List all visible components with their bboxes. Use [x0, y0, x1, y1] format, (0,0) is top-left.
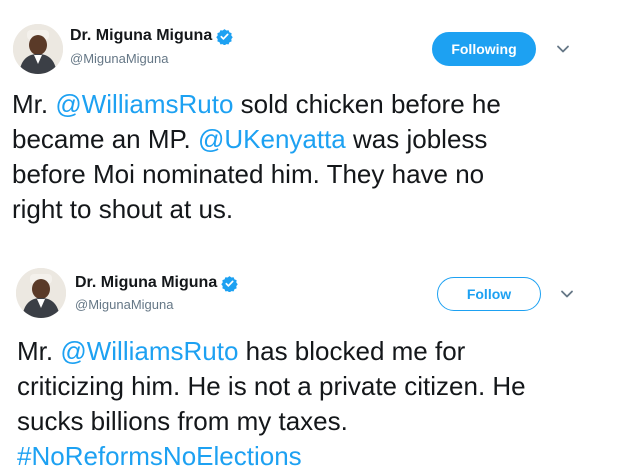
tweet-text: Mr. @WilliamsRuto has blocked me for cri… — [17, 334, 526, 474]
tweet-text-line: Mr. @WilliamsRuto sold chicken before he — [12, 87, 501, 122]
text-segment: right to shout at us. — [12, 194, 234, 224]
text-segment: sucks billions from my taxes. — [17, 406, 348, 436]
avatar[interactable] — [16, 268, 66, 318]
following-button[interactable]: Following — [432, 32, 536, 66]
author-display-name[interactable]: Dr. Miguna Miguna — [70, 27, 212, 45]
text-segment: Mr. — [17, 336, 61, 366]
tweet-text-line: before Moi nominated him. They have no — [12, 157, 501, 192]
avatar[interactable] — [13, 24, 63, 74]
tweet-card: Dr. Miguna Miguna @MigunaMiguna Followin… — [0, 0, 618, 258]
text-segment: has blocked me for — [238, 336, 466, 366]
mention-link[interactable]: @WilliamsRuto — [60, 336, 238, 366]
text-segment: Mr. — [12, 89, 56, 119]
mention-link[interactable]: @UKenyatta — [198, 124, 346, 154]
author-handle[interactable]: @MigunaMiguna — [70, 51, 168, 66]
verified-badge-icon — [216, 28, 233, 45]
chevron-down-icon[interactable] — [556, 44, 570, 54]
tweet-text-line: criticizing him. He is not a private cit… — [17, 369, 526, 404]
chevron-down-icon[interactable] — [560, 289, 574, 299]
tweet-card: Dr. Miguna Miguna @MigunaMiguna Follow M… — [0, 258, 618, 471]
tweet-text-line: Mr. @WilliamsRuto has blocked me for — [17, 334, 526, 369]
mention-link[interactable]: @WilliamsRuto — [55, 89, 233, 119]
author-handle[interactable]: @MigunaMiguna — [75, 297, 173, 312]
verified-badge-icon — [221, 275, 238, 292]
text-segment: criticizing him. He is not a private cit… — [17, 371, 526, 401]
tweet-text-line: sucks billions from my taxes. — [17, 404, 526, 439]
text-segment: sold chicken before he — [233, 89, 501, 119]
profile-photo-icon — [16, 268, 66, 318]
author-display-name[interactable]: Dr. Miguna Miguna — [75, 274, 217, 292]
tweet-text-line: right to shout at us. — [12, 192, 501, 227]
profile-photo-icon — [13, 24, 63, 74]
text-segment: was jobless — [345, 124, 488, 154]
text-segment: before Moi nominated him. They have no — [12, 159, 485, 189]
hashtag-link[interactable]: #NoReformsNoElections — [17, 441, 302, 471]
author-name-row[interactable]: Dr. Miguna Miguna — [70, 27, 233, 45]
tweet-text: Mr. @WilliamsRuto sold chicken before he… — [12, 87, 501, 227]
tweet-text-line: became an MP. @UKenyatta was jobless — [12, 122, 501, 157]
text-segment: became an MP. — [12, 124, 198, 154]
tweet-text-line: #NoReformsNoElections — [17, 439, 526, 474]
author-name-row[interactable]: Dr. Miguna Miguna — [75, 274, 238, 292]
follow-button[interactable]: Follow — [437, 277, 541, 311]
